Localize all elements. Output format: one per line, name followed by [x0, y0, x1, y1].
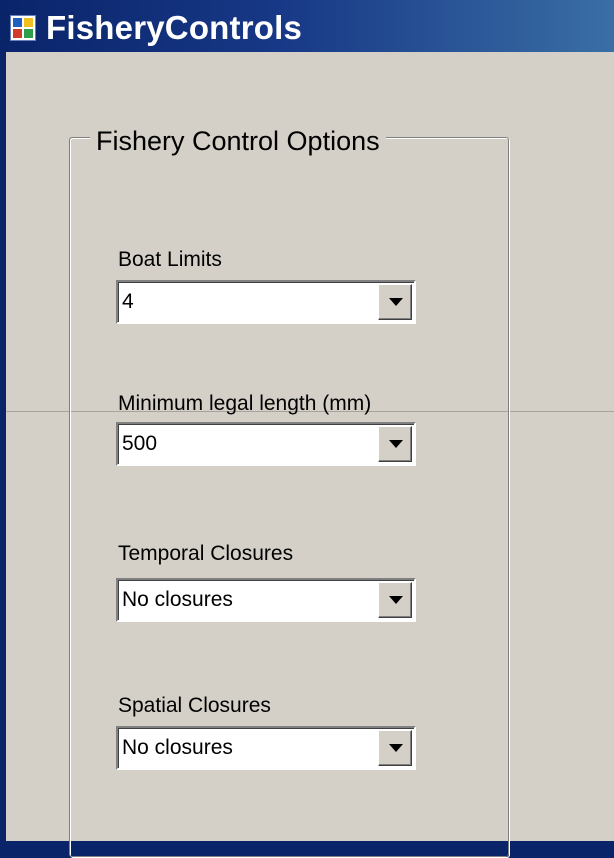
chevron-down-icon: [389, 596, 403, 604]
chevron-down-icon: [389, 440, 403, 448]
boat-limits-label: Boat Limits: [118, 248, 222, 271]
group-legend: Fishery Control Options: [90, 124, 386, 158]
spatial-closures-combobox[interactable]: No closures: [116, 726, 416, 770]
minimum-legal-length-dropdown-button[interactable]: [378, 426, 412, 462]
minimum-legal-length-value[interactable]: 500: [122, 431, 157, 457]
chevron-down-icon: [389, 298, 403, 306]
chevron-down-icon: [389, 744, 403, 752]
window-title: FisheryControls: [46, 9, 303, 46]
form-client-area: Fishery Control Options Boat Limits 4 Mi…: [6, 52, 614, 858]
spatial-closures-dropdown-button[interactable]: [378, 730, 412, 766]
app-window-icon[interactable]: [10, 15, 36, 41]
minimum-legal-length-combobox[interactable]: 500: [116, 422, 416, 466]
temporal-closures-combobox[interactable]: No closures: [116, 578, 416, 622]
boat-limits-dropdown-button[interactable]: [378, 284, 412, 320]
temporal-closures-dropdown-button[interactable]: [378, 582, 412, 618]
spatial-closures-value[interactable]: No closures: [122, 735, 233, 761]
spatial-closures-label: Spatial Closures: [118, 694, 271, 717]
minimum-legal-length-label: Minimum legal length (mm): [118, 392, 372, 415]
boat-limits-combobox[interactable]: 4: [116, 280, 416, 324]
boat-limits-value[interactable]: 4: [122, 289, 134, 315]
title-bar[interactable]: FisheryControls: [0, 0, 614, 52]
temporal-closures-label: Temporal Closures: [118, 542, 294, 565]
temporal-closures-value[interactable]: No closures: [122, 587, 233, 613]
